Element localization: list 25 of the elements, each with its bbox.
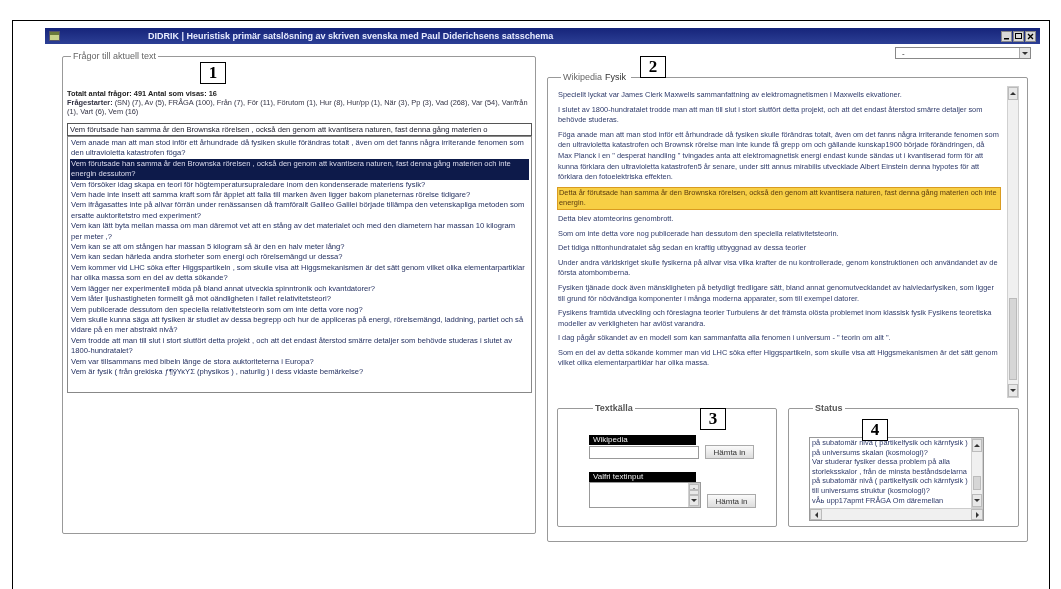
group-title: Frågor till aktuell text [72, 51, 158, 61]
scrollbar[interactable] [810, 508, 983, 520]
group-title: Textkälla [594, 403, 634, 413]
app-icon [49, 31, 60, 41]
callout-number: 2 [640, 56, 666, 78]
scrollbar[interactable] [1007, 86, 1019, 398]
text-input-field[interactable] [589, 482, 701, 508]
minimize-icon[interactable] [1001, 30, 1012, 42]
scrollbar[interactable] [971, 438, 983, 508]
callout-number: 3 [700, 408, 726, 430]
field-label: Valfri textinput [589, 472, 696, 482]
fetch-button[interactable]: Hämta in [705, 445, 754, 459]
source-label: Wikipedia [563, 72, 602, 82]
field-label: Wikipedia [589, 435, 696, 445]
callout-number: 1 [200, 62, 226, 84]
window-title: DIDRIK | Heuristisk primär satslösning av skriven svenska med Paul Diderichsens satsschema [148, 31, 555, 41]
wikipedia-input-field[interactable] [589, 446, 699, 459]
fetch-button[interactable]: Hämta in [707, 494, 756, 508]
group-title: Status [814, 403, 844, 413]
maximize-icon[interactable] [1013, 30, 1024, 42]
scrollbar[interactable] [688, 483, 700, 507]
article-title: Fysik [605, 72, 626, 82]
callout-number: 4 [862, 419, 888, 441]
view-dropdown[interactable]: - [895, 47, 1031, 59]
close-icon[interactable] [1025, 30, 1036, 42]
